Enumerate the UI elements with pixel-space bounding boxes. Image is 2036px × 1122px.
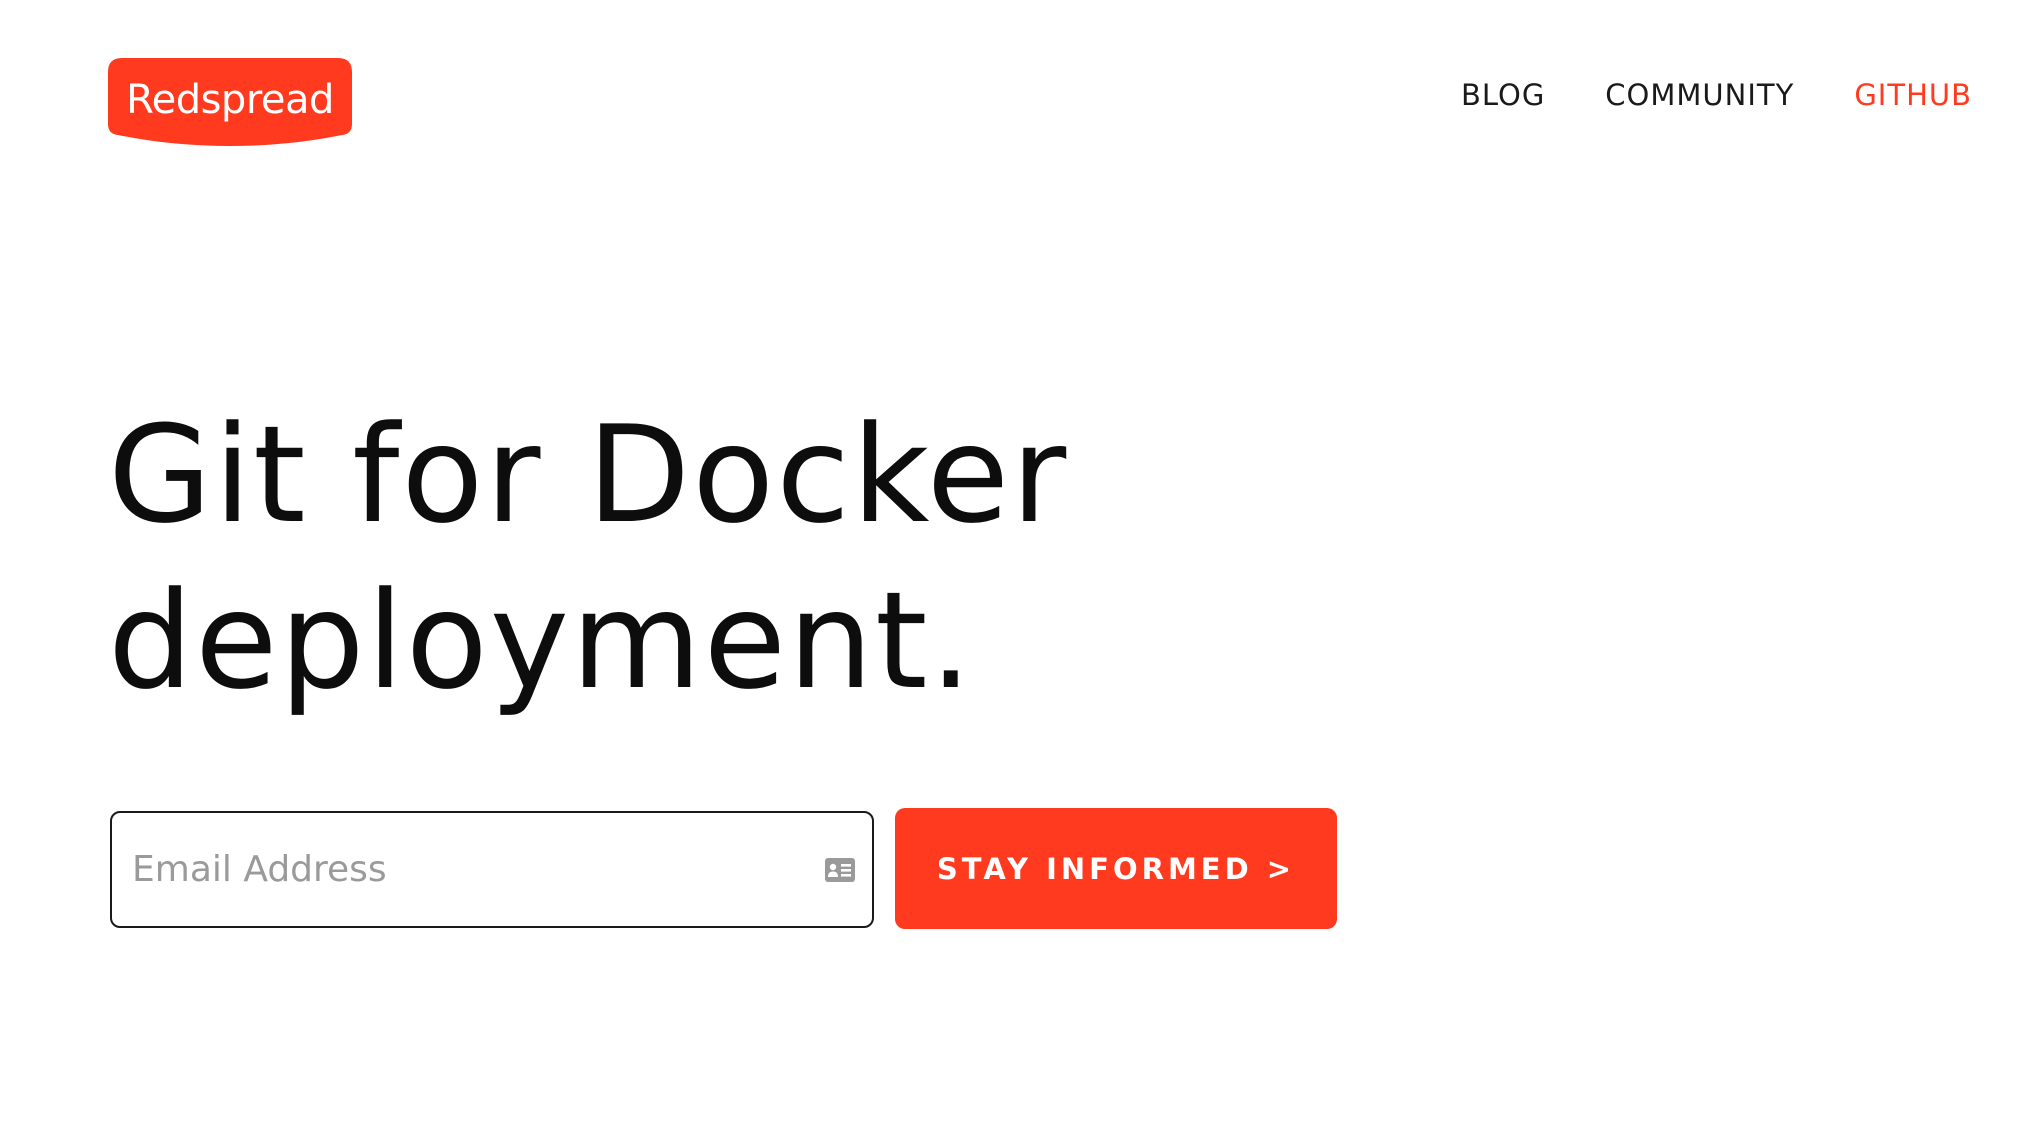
contact-card-icon — [825, 857, 855, 882]
email-field-container — [110, 811, 874, 928]
hero-title-line-2: deployment. — [108, 563, 975, 719]
page: Redspread BLOG COMMUNITY GITHUB Git for … — [0, 0, 2036, 1122]
hero-title: Git for Docker deployment. — [108, 392, 1068, 724]
logo-text: Redspread — [126, 77, 334, 123]
hero-title-line-1: Git for Docker — [108, 397, 1069, 553]
top-nav: BLOG COMMUNITY GITHUB — [1461, 75, 1972, 115]
nav-item-blog[interactable]: BLOG — [1461, 75, 1545, 115]
nav-item-community[interactable]: COMMUNITY — [1605, 75, 1794, 115]
nav-item-github[interactable]: GITHUB — [1854, 75, 1972, 115]
email-input[interactable] — [112, 813, 824, 926]
logo[interactable]: Redspread — [108, 58, 352, 146]
stay-informed-button[interactable]: STAY INFORMED > — [895, 808, 1337, 929]
